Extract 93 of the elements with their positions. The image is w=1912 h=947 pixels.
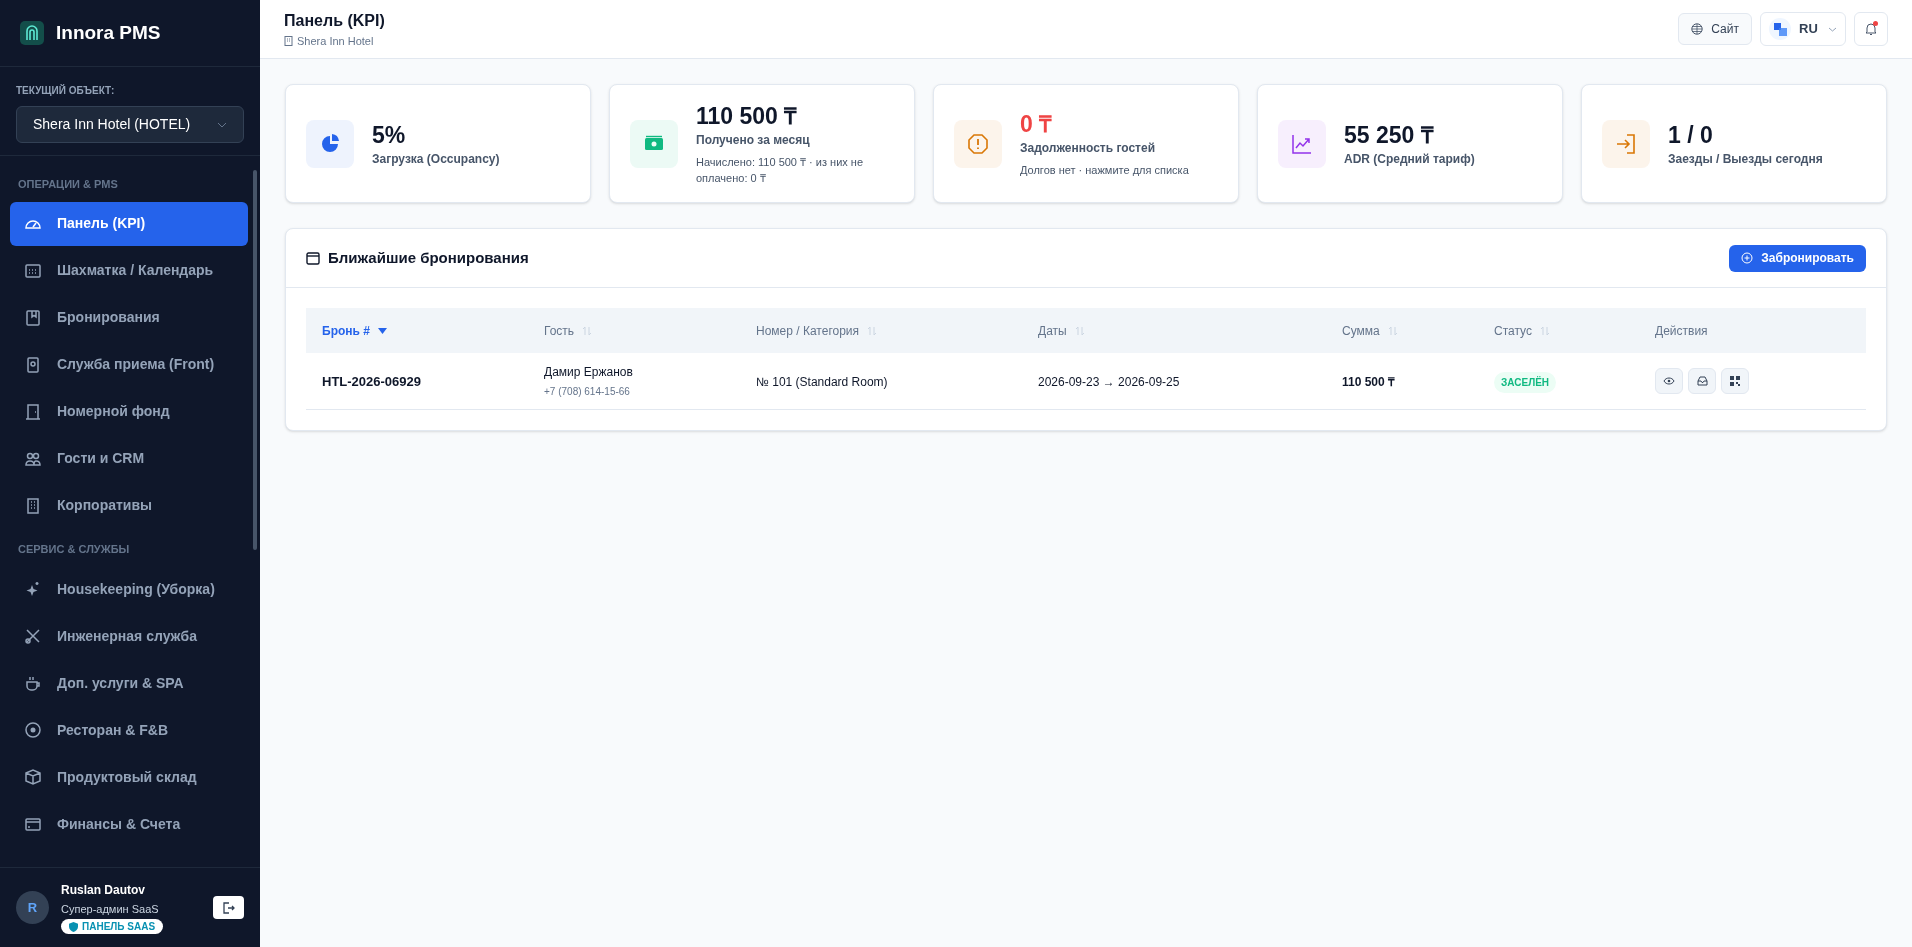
nav-item[interactable]: Корпоративы	[10, 483, 248, 528]
view-button[interactable]	[1655, 367, 1683, 394]
kpi-value: 1 / 0	[1668, 120, 1714, 150]
sort-desc-icon[interactable]	[377, 327, 387, 334]
scrollbar[interactable]	[253, 170, 257, 550]
section-heading: ОПЕРАЦИИ & PMS	[17, 177, 119, 192]
page-title: Панель (KPI)	[284, 10, 385, 31]
kpi-card[interactable]: 1 / 0 Заезды / Выезды сегодня	[1581, 84, 1887, 203]
column-header[interactable]: Даты	[1038, 321, 1067, 340]
site-button[interactable]: Сайт	[1678, 13, 1752, 45]
nav-item[interactable]: Служба приема (Front)	[10, 342, 248, 387]
kpi-card[interactable]: 110 500 ₸ Получено за месяц Начислено: 110 500 ₸ · из них не оплачено: 0 ₸	[609, 84, 915, 203]
nav-item[interactable]: Панель (KPI)	[10, 201, 248, 246]
invoice-button[interactable]	[1688, 367, 1716, 394]
warning-octagon-icon	[966, 131, 990, 156]
column-header[interactable]: Статус	[1494, 321, 1532, 340]
nav-item[interactable]: Доп. услуги & SPA	[10, 661, 248, 705]
kpi-label: Загрузка (Occupancy)	[372, 150, 500, 168]
credit-card-icon	[24, 815, 42, 833]
status-badge: ЗАСЕЛЁН	[1494, 371, 1557, 393]
eye-icon	[1663, 376, 1675, 385]
avatar: R	[16, 891, 49, 924]
section-title: Ближайшие бронирования	[328, 247, 529, 268]
sign-in-icon	[1614, 131, 1638, 156]
stay-dates: 2026-09-23 → 2026-09-25	[1038, 374, 1180, 389]
nav-item[interactable]: Номерной фонд	[10, 389, 248, 434]
book-button[interactable]: Забронировать	[1729, 244, 1866, 272]
arch-logo-icon	[20, 21, 44, 45]
nav-item[interactable]: Ресторан & F&B	[10, 708, 248, 752]
tools-icon	[24, 627, 42, 645]
qr-code-icon	[1730, 375, 1740, 386]
kpi-note: Начислено: 110 500 ₸ · из них не оплачено: 0 ₸	[696, 155, 865, 186]
logout-button[interactable]	[213, 896, 244, 919]
nav-item[interactable]: Шахматка / Календарь	[10, 248, 248, 293]
column-header[interactable]: Номер / Категория	[756, 321, 860, 340]
qr-code-button[interactable]	[1721, 367, 1749, 394]
user-role: Супер-админ SaaS	[61, 901, 160, 917]
kpi-card[interactable]: 5% Загрузка (Occupancy)	[285, 84, 591, 203]
kpi-card[interactable]: 0 ₸ Задолженность гостей Долгов нет · нажмите для списка	[933, 84, 1239, 203]
door-icon	[24, 402, 42, 421]
brand-name: Innora PMS	[56, 20, 161, 45]
guest-name: Дамир Ержанов	[544, 363, 634, 381]
kpi-value: 110 500 ₸	[696, 102, 799, 131]
kpi-value: 55 250 ₸	[1344, 120, 1435, 150]
notifications-button[interactable]	[1854, 12, 1888, 46]
nav-item[interactable]: Инженерная служба	[10, 614, 248, 658]
inbox-icon	[1696, 375, 1708, 386]
property-name: Shera Inn Hotel	[297, 33, 374, 49]
guest-phone: +7 (708) 614-15-66	[544, 384, 631, 399]
kpi-label: ADR (Средний тариф)	[1344, 150, 1475, 168]
property-label: ТЕКУЩИЙ ОБЪЕКТ:	[16, 83, 116, 98]
column-header[interactable]: Бронь #	[322, 321, 370, 340]
id-badge-icon	[24, 355, 42, 374]
nav-item[interactable]: Гости и CRM	[10, 436, 248, 481]
plus-circle-icon	[1741, 252, 1754, 264]
plate-icon	[24, 721, 42, 739]
shield-icon	[69, 921, 78, 932]
kpi-value: 0 ₸	[1020, 110, 1054, 139]
room-category: № 101 (Standard Room)	[756, 374, 888, 389]
booking-id[interactable]: HTL-2026-06929	[322, 373, 421, 389]
kpi-value: 5%	[372, 120, 407, 150]
amount: 110 500 ₸	[1342, 374, 1396, 389]
cup-icon	[24, 674, 42, 692]
calendar-grid-icon	[24, 261, 42, 280]
column-header[interactable]: Гость	[544, 321, 575, 340]
sparkles-icon	[24, 580, 42, 598]
building-icon	[284, 36, 293, 46]
kpi-label: Получено за месяц	[696, 132, 811, 149]
nav-item[interactable]: Housekeeping (Уборка)	[10, 567, 248, 611]
globe-icon	[1691, 23, 1704, 35]
kpi-label: Заезды / Выезды сегодня	[1668, 150, 1823, 168]
calendar-icon	[306, 251, 320, 265]
nav-item[interactable]: Финансы & Счета	[10, 802, 248, 846]
kpi-label: Задолженность гостей	[1020, 140, 1157, 157]
language-select[interactable]: RU	[1760, 12, 1846, 46]
property-select[interactable]: Shera Inn Hotel (HOTEL)	[16, 106, 244, 143]
office-building-icon	[24, 496, 42, 515]
column-header[interactable]: Действия	[1655, 321, 1708, 340]
section-heading: СЕРВИС & СЛУЖБЫ	[17, 541, 131, 557]
nav-item[interactable]: Продуктовый склад	[10, 755, 248, 799]
chevron-down-icon	[217, 121, 227, 128]
saas-panel-badge[interactable]: ПАНЕЛЬ SAAS	[61, 919, 164, 935]
kpi-card[interactable]: 55 250 ₸ ADR (Средний тариф)	[1257, 84, 1563, 203]
kpi-note: Долгов нет · нажмите для списка	[1020, 163, 1189, 178]
column-header[interactable]: Сумма	[1342, 321, 1380, 340]
bell-icon	[1865, 22, 1877, 36]
nav-item[interactable]: Бронирования	[10, 295, 248, 340]
chevron-down-icon	[1828, 26, 1837, 32]
bookmark-book-icon	[24, 308, 42, 327]
user-name: Ruslan Dautov	[61, 881, 146, 899]
box-icon	[24, 768, 42, 786]
translate-icon	[1773, 22, 1787, 36]
logout-icon	[222, 901, 235, 914]
